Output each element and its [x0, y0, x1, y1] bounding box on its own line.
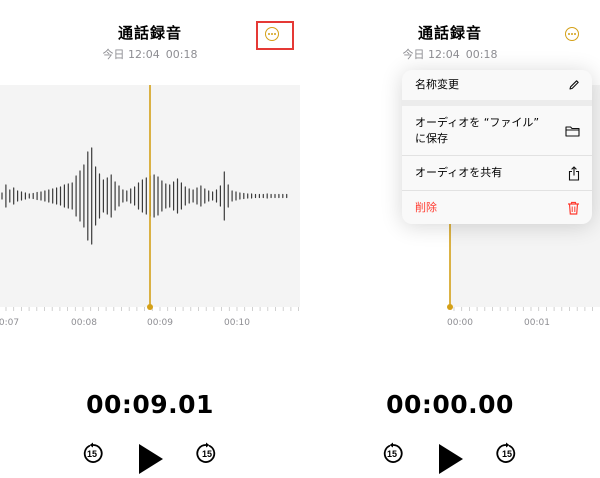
skip-forward-label: 15	[202, 449, 212, 459]
recording-duration: 00:18	[165, 48, 198, 61]
skip-forward-15-icon[interactable]: 15	[496, 442, 518, 464]
pencil-icon	[569, 80, 579, 90]
recording-date: 今日 12:04	[102, 48, 160, 61]
ruler-label: 00:08	[71, 318, 97, 328]
recording-subtitle: 今日 12:04 00:18	[0, 46, 300, 62]
share-icon	[568, 165, 580, 181]
skip-back-15-icon[interactable]: 15	[81, 442, 103, 464]
recording-title: 通話録音	[117, 24, 182, 42]
waveform[interactable]	[0, 85, 300, 325]
menu-item-label-line: に保存	[415, 131, 448, 145]
menu-item-delete[interactable]: 削除	[402, 191, 592, 224]
skip-back-label: 15	[387, 449, 397, 459]
menu-item-label: オーディオを “ファイル” に保存	[415, 115, 539, 147]
ruler-label: 00:09	[147, 318, 173, 328]
ruler-label: 00:01	[524, 318, 550, 328]
ruler-label: 00:00	[447, 318, 473, 328]
playback-time: 00:09.01	[86, 390, 214, 419]
menu-item-share-audio[interactable]: オーディオを共有	[402, 156, 592, 191]
skip-back-label: 15	[87, 449, 97, 459]
ruler-ticks	[453, 307, 594, 311]
left-panel: 通話録音 今日 12:04 00:18 0:07 00:08 00:09 00:1…	[0, 0, 300, 478]
recording-subtitle: 今日 12:04 00:18	[300, 46, 600, 62]
menu-item-label: 削除	[415, 200, 437, 214]
skip-forward-15-icon[interactable]: 15	[196, 442, 218, 464]
recording-title: 通話録音	[417, 24, 482, 42]
playhead-handle[interactable]	[147, 304, 153, 310]
play-icon[interactable]	[438, 443, 464, 475]
menu-item-label: オーディオを共有	[415, 166, 503, 179]
more-dot-icon	[571, 33, 573, 35]
ruler-label: 00:10	[224, 318, 250, 328]
ruler-label: 0:07	[0, 318, 20, 328]
options-menu: 名称変更 オーディオを “ファイル” に保存 オーディオを共有 削除	[402, 70, 592, 224]
menu-item-label-line: オーディオを “ファイル”	[415, 115, 540, 129]
highlight-box	[256, 21, 294, 50]
trash-icon	[568, 201, 579, 215]
playback-time: 00:00.00	[386, 390, 514, 419]
more-options-button[interactable]	[565, 27, 579, 41]
recording-date: 今日 12:04	[402, 48, 460, 61]
menu-item-label: 名称変更	[415, 78, 459, 91]
menu-item-rename[interactable]: 名称変更	[402, 70, 592, 106]
menu-item-save-to-files[interactable]: オーディオを “ファイル” に保存	[402, 106, 592, 156]
play-icon[interactable]	[138, 443, 164, 475]
more-dot-icon	[568, 33, 570, 35]
skip-forward-label: 15	[502, 449, 512, 459]
more-dot-icon	[574, 33, 576, 35]
playhead-handle[interactable]	[447, 304, 453, 310]
right-panel: 通話録音 今日 12:04 00:18 00:00 00:01 00:00.00 …	[300, 0, 600, 478]
skip-back-15-icon[interactable]: 15	[381, 442, 403, 464]
folder-icon	[565, 125, 580, 137]
recording-duration: 00:18	[465, 48, 498, 61]
